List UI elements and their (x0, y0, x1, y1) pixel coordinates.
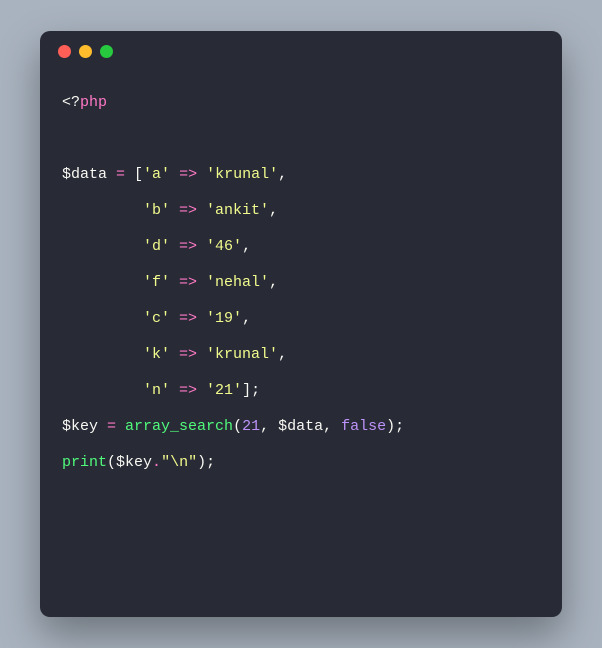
rparen-semi-2: ); (197, 454, 215, 471)
arrow-op: => (170, 238, 206, 255)
entry-key-1: 'b' (143, 202, 170, 219)
php-open-tag-start: <? (62, 94, 80, 111)
indent (62, 346, 143, 363)
fn-array-search: array_search (125, 418, 233, 435)
concat-dot: . (152, 454, 161, 471)
entry-key-6: 'n' (143, 382, 170, 399)
comma: , (269, 274, 278, 291)
comma: , (242, 310, 251, 327)
rparen-semi: ); (386, 418, 404, 435)
entry-val-4: '19' (206, 310, 242, 327)
entry-val-5: 'krunal' (206, 346, 278, 363)
var-key-2: $key (116, 454, 152, 471)
entry-val-1: 'ankit' (206, 202, 269, 219)
entry-val-3: 'nehal' (206, 274, 269, 291)
comma: , (269, 202, 278, 219)
indent (62, 382, 143, 399)
code-window: <?php $data = ['a' => 'krunal', 'b' => '… (40, 31, 562, 617)
lparen: ( (107, 454, 116, 471)
indent (62, 202, 143, 219)
bracket-close-semi: ]; (242, 382, 260, 399)
comma: , (278, 346, 287, 363)
entry-val-2: '46' (206, 238, 242, 255)
code-area: <?php $data = ['a' => 'krunal', 'b' => '… (40, 71, 562, 617)
indent (62, 274, 143, 291)
arg-false: false (341, 418, 386, 435)
comma: , (278, 166, 287, 183)
assign-op: = (98, 418, 125, 435)
comma: , (242, 238, 251, 255)
arrow-op: => (170, 166, 206, 183)
indent (62, 310, 143, 327)
fn-print: print (62, 454, 107, 471)
window-titlebar (40, 31, 562, 71)
entry-key-3: 'f' (143, 274, 170, 291)
entry-val-6: '21' (206, 382, 242, 399)
arrow-op: => (170, 202, 206, 219)
bracket-open: [ (134, 166, 143, 183)
entry-key-0: 'a' (143, 166, 170, 183)
arrow-op: => (170, 346, 206, 363)
assign-op: = (107, 166, 134, 183)
close-dot-icon[interactable] (58, 45, 71, 58)
arrow-op: => (170, 310, 206, 327)
var-data: $data (62, 166, 107, 183)
arrow-op: => (170, 274, 206, 291)
entry-val-0: 'krunal' (206, 166, 278, 183)
indent (62, 238, 143, 255)
var-key: $key (62, 418, 98, 435)
entry-key-2: 'd' (143, 238, 170, 255)
newline-string: "\n" (161, 454, 197, 471)
arg-data: $data (278, 418, 323, 435)
arg-sep: , (260, 418, 278, 435)
zoom-dot-icon[interactable] (100, 45, 113, 58)
minimize-dot-icon[interactable] (79, 45, 92, 58)
entry-key-5: 'k' (143, 346, 170, 363)
arg-sep: , (323, 418, 341, 435)
arg-21: 21 (242, 418, 260, 435)
entry-key-4: 'c' (143, 310, 170, 327)
lparen: ( (233, 418, 242, 435)
arrow-op: => (170, 382, 206, 399)
php-open-tag-word: php (80, 94, 107, 111)
